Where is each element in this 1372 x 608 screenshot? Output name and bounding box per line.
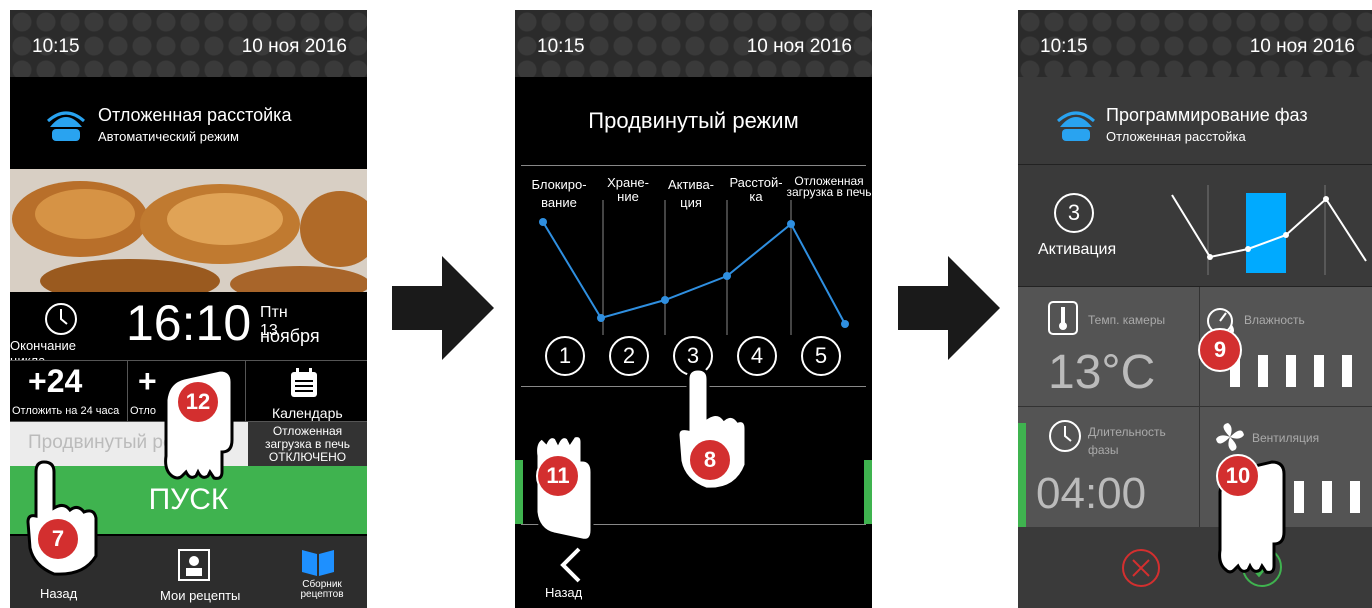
thermometer-icon	[1048, 301, 1078, 335]
phase-point	[723, 272, 731, 280]
green-edge-right	[864, 460, 872, 524]
delayed-load-label: Отложенная загрузка в печь	[264, 424, 351, 451]
phase-mini-chart	[1171, 185, 1367, 275]
status-time: 10:15	[537, 36, 585, 57]
nav-my-recipes[interactable]: Мои рецепты	[160, 588, 240, 603]
delay-24h-value: +24	[28, 363, 83, 399]
calendar-label: Календарь	[272, 405, 343, 421]
humidity-bar	[1286, 355, 1296, 387]
nav-recipe-book[interactable]: Сборник рецептов	[292, 580, 352, 600]
delay-24h-button[interactable]: +24 Отложить на 24 часа	[10, 361, 128, 423]
status-bar: 10:15 10 ноя 2016	[515, 10, 872, 77]
step-badge-12: 12	[176, 380, 220, 424]
step-button-2[interactable]: 2	[609, 336, 649, 376]
step-button-1[interactable]: 1	[545, 336, 585, 376]
cycle-end-time: 16:10	[126, 295, 252, 351]
program-header[interactable]: Отложенная расстойка Автоматический режи…	[10, 77, 367, 169]
status-time: 10:15	[1040, 36, 1088, 57]
phase-point	[597, 314, 605, 322]
phase-name: Активация	[1038, 241, 1117, 258]
nav-back[interactable]: Назад	[40, 586, 77, 601]
ventilation-label: Вентиляция	[1252, 431, 1320, 445]
status-date: 10 ноя 2016	[241, 36, 347, 57]
mini-point	[1245, 246, 1251, 252]
cycle-end-month: ноября	[260, 326, 320, 346]
croissant-photo	[10, 169, 367, 292]
page-title: Продвинутый режим	[588, 108, 799, 133]
phase-point	[787, 220, 795, 228]
phase-point	[841, 320, 849, 328]
step-badge-11: 11	[536, 454, 580, 498]
duration-label: Длительность фазы	[1088, 425, 1166, 457]
flow-arrow-2	[898, 256, 1000, 360]
status-time: 10:15	[32, 36, 80, 57]
status-bar: 10:15 10 ноя 2016	[1018, 10, 1372, 77]
delay-secondary-value: +	[138, 363, 157, 399]
delay-secondary-label: Отло	[130, 405, 157, 417]
clock-icon	[1049, 420, 1081, 452]
recipe-book-icon[interactable]	[300, 546, 336, 578]
confirm-bar	[1018, 527, 1372, 608]
status-bar: 10:15 10 ноя 2016	[10, 10, 367, 77]
green-edge-left	[1018, 423, 1026, 527]
delayed-load-toggle[interactable]: Отложенная загрузка в печь ОТКЛЮЧЕНО	[248, 422, 367, 466]
humidity-bar	[1314, 355, 1324, 387]
nav-back[interactable]: Назад	[545, 585, 582, 600]
temp-setting[interactable]: Темп. камеры 13°C	[1018, 287, 1200, 407]
calendar-icon	[291, 368, 317, 397]
screen-phase-programming: 10:15 10 ноя 2016 Программирование фаз О…	[1018, 10, 1372, 608]
recipe-card-icon[interactable]	[177, 548, 211, 582]
flow-arrow-1	[392, 256, 494, 360]
step-badge-10: 10	[1216, 454, 1260, 498]
active-phase-bar	[1246, 193, 1286, 273]
temp-label: Темп. камеры	[1088, 313, 1166, 327]
phase-summary: 3 Активация	[1018, 165, 1372, 287]
proofing-icon	[47, 111, 85, 141]
program-title: Отложенная расстойка	[98, 105, 292, 125]
ventilation-bar	[1322, 481, 1332, 513]
phase-line	[542, 221, 846, 325]
duration-setting[interactable]: Длительность фазы 04:00	[1018, 407, 1200, 527]
delay-24h-label: Отложить на 24 часа	[12, 405, 120, 417]
phase-header: Программирование фаз Отложенная расстойк…	[1018, 77, 1372, 165]
humidity-bar	[1258, 355, 1268, 387]
step-badge-9: 9	[1198, 328, 1242, 372]
mini-point	[1323, 196, 1329, 202]
phase-label-5: Отложенная загрузка в печь	[786, 174, 872, 199]
temp-value: 13°C	[1048, 346, 1156, 399]
mini-point	[1207, 254, 1213, 260]
delayed-load-state: ОТКЛЮЧЕНО	[268, 450, 347, 464]
phase-title: Программирование фаз	[1106, 105, 1308, 125]
status-date: 10 ноя 2016	[1249, 36, 1355, 57]
phase-point	[661, 296, 669, 304]
mini-point	[1283, 232, 1289, 238]
ventilation-bar	[1294, 481, 1304, 513]
ventilation-bar	[1350, 481, 1360, 513]
phase-chart	[539, 200, 849, 335]
clock-icon	[45, 303, 77, 335]
step-badge-8: 8	[688, 438, 732, 482]
step-button-5[interactable]: 5	[801, 336, 841, 376]
green-edge-left	[515, 460, 523, 524]
phase-number: 3	[1054, 193, 1094, 233]
proofing-icon	[1057, 111, 1095, 141]
humidity-bar	[1342, 355, 1352, 387]
divider	[521, 165, 866, 166]
humidity-label: Влажность	[1244, 313, 1305, 327]
duration-value: 04:00	[1036, 469, 1147, 518]
calendar-button[interactable]: Календарь	[246, 361, 367, 423]
program-subtitle: Автоматический режим	[98, 129, 239, 144]
step-badge-7: 7	[36, 517, 80, 561]
phase-subtitle: Отложенная расстойка	[1106, 129, 1246, 144]
tap-hand-icon-11	[534, 434, 594, 542]
status-date: 10 ноя 2016	[746, 36, 852, 57]
cancel-icon[interactable]	[1120, 547, 1162, 589]
phase-point	[539, 218, 547, 226]
